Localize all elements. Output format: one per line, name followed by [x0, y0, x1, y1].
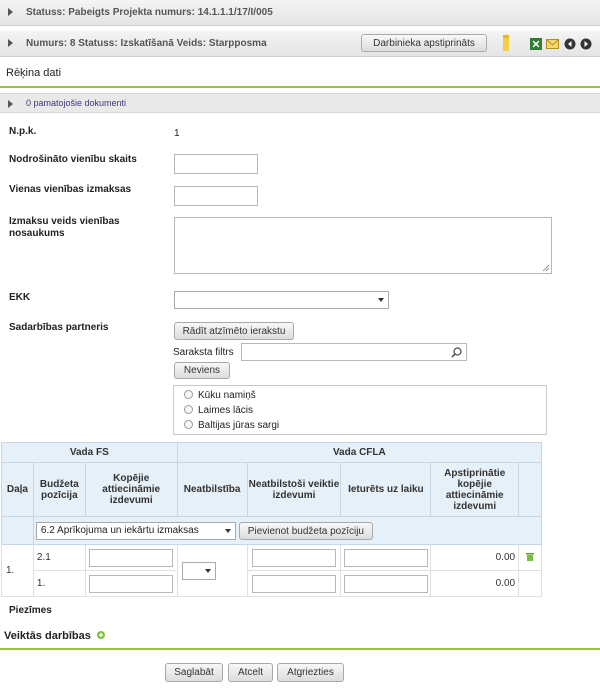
approved-total-cell: 0.00: [430, 570, 520, 597]
add-budget-position-button[interactable]: Pievienot budžeta pozīciju: [238, 522, 373, 540]
page-title: Rēķina dati: [6, 67, 62, 79]
search-icon[interactable]: [451, 347, 462, 358]
table-row: 1. 2.1 0.00: [1, 544, 542, 597]
partner-option[interactable]: Laimes lācis: [184, 405, 253, 416]
unit-cost-input[interactable]: [174, 186, 258, 206]
supporting-documents-label: 0 pamatojošie dokumenti: [26, 98, 127, 108]
expand-arrow-icon[interactable]: [8, 39, 13, 47]
npk-value: 1: [174, 128, 180, 139]
discrepancy-select[interactable]: [181, 561, 216, 580]
withheld-input[interactable]: [343, 548, 428, 567]
previous-icon[interactable]: [564, 38, 576, 50]
cancel-button[interactable]: Atcelt: [228, 663, 273, 682]
project-status-bar[interactable]: Statuss: Pabeigts Projekta numurs: 14.1.…: [0, 0, 600, 26]
column-header: Neatbilstība: [176, 462, 248, 517]
total-eligible-cell: [84, 570, 178, 597]
total-eligible-input[interactable]: [89, 574, 174, 593]
none-button[interactable]: Neviens: [174, 362, 230, 379]
resize-handle-icon[interactable]: [543, 265, 550, 272]
list-filter-label: Saraksta filtrs: [173, 347, 234, 358]
partner-option[interactable]: Kūku namiņš: [184, 390, 256, 401]
footer-divider: [0, 648, 600, 650]
column-header: Apstiprinātie kopējie attiecināmie izdev…: [430, 462, 520, 517]
employee-approved-button[interactable]: Darbinieka apstiprināts: [361, 34, 487, 52]
expand-arrow-icon[interactable]: [8, 8, 13, 16]
part-cell: 1.: [1, 544, 34, 597]
group-header-fs: Vada FS: [1, 442, 178, 463]
supporting-documents-bar[interactable]: 0 pamatojošie dokumenti: [0, 93, 600, 113]
withheld-cell: [340, 570, 432, 597]
invoice-status-text: Numurs: 8 Statuss: Izskatīšanā Veids: St…: [26, 38, 267, 49]
back-button[interactable]: Atgriezties: [277, 663, 344, 682]
radio-button[interactable]: [184, 420, 193, 429]
chevron-down-icon: [224, 529, 231, 533]
invoice-status-bar[interactable]: Numurs: 8 Statuss: Izskatīšanā Veids: St…: [0, 31, 600, 57]
approved-total-cell: 0.00: [430, 544, 520, 571]
withheld-cell: [340, 544, 432, 571]
next-icon[interactable]: [580, 38, 592, 50]
column-header: Daļa: [1, 462, 34, 517]
list-filter-input[interactable]: [241, 343, 467, 361]
project-status-text: Statuss: Pabeigts Projekta numurs: 14.1.…: [26, 7, 273, 18]
partner-option-label: Laimes lācis: [198, 405, 254, 416]
total-eligible-cell: [84, 544, 178, 571]
cost-type-label: Izmaksu veids vienības nosaukums: [9, 216, 120, 239]
page-header: Rēķina dati: [0, 58, 600, 88]
budget-position-value: 6.2 Aprīkojuma un iekārtu izmaksas: [40, 525, 199, 536]
radio-button[interactable]: [184, 390, 193, 399]
npk-label: N.p.k.: [9, 126, 37, 137]
expand-arrow-icon[interactable]: [8, 100, 13, 108]
table-row: 1. 0.00: [2, 570, 542, 597]
ekk-label: EKK: [9, 292, 31, 303]
add-budget-row: 6.2 Aprīkojuma un iekārtu izmaksas Pievi…: [32, 516, 543, 545]
notes-label: Piezīmes: [9, 605, 52, 616]
save-button[interactable]: Saglabāt: [165, 663, 223, 682]
column-header: [518, 462, 542, 517]
actions-label[interactable]: Veiktās darbības: [4, 630, 105, 642]
units-label: Nodrošināto vienību skaits: [9, 154, 137, 165]
budget-table: Vada FS Vada CFLA Daļa Budžeta pozīcija …: [1, 442, 543, 597]
show-selected-button[interactable]: Rādīt atzīmēto ierakstu: [174, 322, 294, 340]
chevron-down-icon: [378, 298, 384, 302]
column-header: Budžeta pozīcija: [32, 462, 86, 517]
cost-type-textarea[interactable]: [174, 217, 552, 274]
column-header: Neatbilstoši veiktie izdevumi: [246, 462, 342, 517]
chevron-down-icon: [204, 568, 211, 573]
budget-position-cell: 2.1: [32, 544, 86, 571]
non-compliant-cell: [246, 544, 342, 571]
empty-cell: [518, 570, 542, 597]
add-icon[interactable]: [96, 631, 105, 639]
ekk-select[interactable]: [174, 291, 389, 309]
delete-cell: [518, 544, 542, 571]
units-input[interactable]: [174, 154, 258, 174]
marker-icon[interactable]: [501, 35, 511, 51]
non-compliant-input[interactable]: [251, 574, 336, 593]
trash-icon[interactable]: [526, 552, 535, 561]
column-header: Ieturēts uz laiku: [340, 462, 432, 517]
partner-option-label: Kūku namiņš: [198, 390, 256, 401]
budget-position-select[interactable]: 6.2 Aprīkojuma un iekārtu izmaksas: [35, 522, 236, 540]
group-header-cfla: Vada CFLA: [176, 442, 543, 463]
unit-cost-label: Vienas vienības izmaksas: [9, 184, 132, 195]
actions-label-text: Veiktās darbības: [4, 630, 91, 642]
excel-icon[interactable]: [530, 38, 542, 50]
empty-cell: [1, 516, 34, 545]
discrepancy-cell: [176, 544, 248, 597]
budget-position-cell: 1.: [32, 570, 86, 597]
partners-label: Sadarbības partneris: [9, 322, 109, 333]
total-eligible-input[interactable]: [89, 548, 174, 567]
radio-button[interactable]: [184, 405, 193, 414]
envelope-icon[interactable]: [546, 38, 559, 50]
withheld-input[interactable]: [343, 574, 428, 593]
partners-radio-list: Kūku namiņš Laimes lācis Baltijas jūras …: [173, 385, 547, 435]
non-compliant-cell: [246, 570, 342, 597]
partner-option-label: Baltijas jūras sargi: [198, 420, 280, 431]
non-compliant-input[interactable]: [251, 548, 336, 567]
partner-option[interactable]: Baltijas jūras sargi: [184, 420, 279, 431]
column-header: Kopējie attiecināmie izdevumi: [84, 462, 178, 517]
